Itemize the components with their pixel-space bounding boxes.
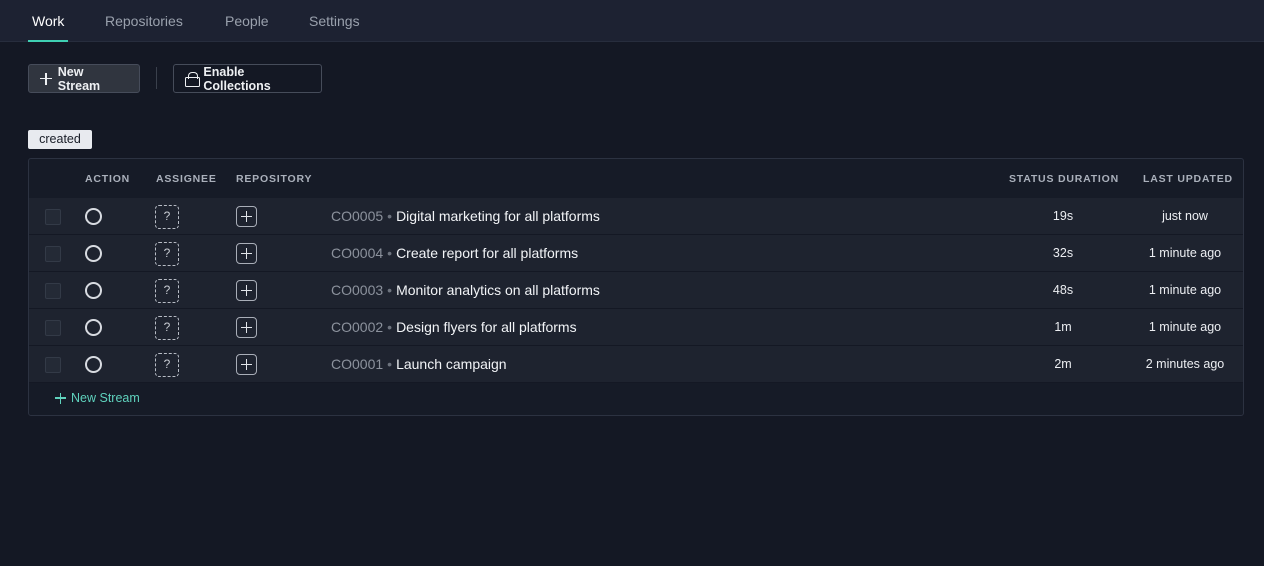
table-row[interactable]: ? CO0005 • Digital marketing for all platfo… [29,198,1243,235]
add-stream-link-label: New Stream [71,391,140,405]
separator-dot: • [387,208,393,224]
tab-work[interactable]: Work [27,0,69,42]
action-circle-icon[interactable] [85,208,102,225]
last-updated: 1 minute ago [1148,246,1222,260]
separator-dot: • [387,356,393,372]
stream-name: Digital marketing for all platforms [396,208,600,224]
add-repository-button[interactable] [236,280,257,301]
table-row[interactable]: ? CO0002 • Design flyers for all platforms 1… [29,309,1243,346]
plus-icon [241,359,252,370]
row-checkbox[interactable] [45,246,61,262]
unassigned-assignee-icon[interactable]: ? [155,279,179,303]
toolbar-divider [156,67,157,89]
separator-dot: • [387,245,393,261]
stream-name: Monitor analytics on all platforms [396,282,600,298]
lock-icon [185,72,201,87]
tab-people[interactable]: People [225,0,269,42]
new-stream-button[interactable]: New Stream [28,64,140,93]
plus-icon [241,248,252,259]
row-checkbox[interactable] [45,357,61,373]
plus-icon [241,211,252,222]
last-updated: 1 minute ago [1148,283,1222,297]
plus-icon [241,285,252,296]
stream-code: CO0005 [331,208,384,224]
streams-table: ACTION ASSIGNEE REPOSITORY STATUS DURATI… [28,158,1244,416]
column-header-last-updated: LAST UPDATED [1143,173,1233,185]
group-badge: created [28,130,92,149]
status-duration: 19s [1052,209,1074,223]
stream-title[interactable]: CO0001 • Launch campaign [331,346,507,383]
add-repository-button[interactable] [236,243,257,264]
column-header-status-duration: STATUS DURATION [1009,173,1119,185]
stream-code: CO0001 [331,356,384,372]
separator-dot: • [387,319,393,335]
status-duration: 48s [1052,283,1074,297]
plus-icon [55,392,66,404]
add-repository-button[interactable] [236,206,257,227]
unassigned-assignee-icon[interactable]: ? [155,353,179,377]
action-circle-icon[interactable] [85,282,102,299]
action-circle-icon[interactable] [85,245,102,262]
stream-name: Create report for all platforms [396,245,579,261]
plus-icon [241,322,252,333]
unassigned-assignee-icon[interactable]: ? [155,205,179,229]
add-repository-button[interactable] [236,354,257,375]
last-updated: just now [1162,209,1208,223]
status-duration: 2m [1054,357,1072,371]
tab-settings[interactable]: Settings [309,0,360,42]
last-updated: 2 minutes ago [1145,357,1225,371]
separator-dot: • [387,282,393,298]
table-row[interactable]: ? CO0004 • Create report for all platforms 3… [29,235,1243,272]
column-header-action: ACTION [85,173,131,185]
row-checkbox[interactable] [45,320,61,336]
new-stream-button-label: New Stream [57,64,101,93]
last-updated: 1 minute ago [1148,320,1222,334]
add-stream-link[interactable]: New Stream [55,391,140,405]
enable-collections-button-label: Enable Collections [203,64,271,93]
stream-title[interactable]: CO0003 • Monitor analytics on all platform… [331,272,600,309]
stream-title[interactable]: CO0005 • Digital marketing for all platfor… [331,198,600,235]
stream-code: CO0003 [331,282,384,298]
unassigned-assignee-icon[interactable]: ? [155,242,179,266]
column-header-repository: REPOSITORY [236,173,313,185]
row-checkbox[interactable] [45,209,61,225]
stream-name: Design flyers for all platforms [396,319,577,335]
table-row[interactable]: ? CO0001 • Launch campaign 2m 2 minutes ago [29,346,1243,383]
add-repository-button[interactable] [236,317,257,338]
enable-collections-button[interactable]: Enable Collections [173,64,322,93]
table-row[interactable]: ? CO0003 • Monitor analytics on all platfor… [29,272,1243,309]
plus-icon [40,72,52,85]
stream-title[interactable]: CO0002 • Design flyers for all platforms [331,309,577,346]
status-duration: 32s [1052,246,1074,260]
stream-title[interactable]: CO0004 • Create report for all platforms [331,235,578,272]
top-nav: Work Repositories People Settings [0,0,1264,42]
unassigned-assignee-icon[interactable]: ? [155,316,179,340]
row-checkbox[interactable] [45,283,61,299]
stream-name: Launch campaign [396,356,507,372]
column-header-assignee: ASSIGNEE [156,173,217,185]
action-circle-icon[interactable] [85,319,102,336]
status-duration: 1m [1054,320,1072,334]
stream-code: CO0004 [331,245,384,261]
action-circle-icon[interactable] [85,356,102,373]
tab-repositories[interactable]: Repositories [105,0,183,42]
stream-code: CO0002 [331,319,384,335]
